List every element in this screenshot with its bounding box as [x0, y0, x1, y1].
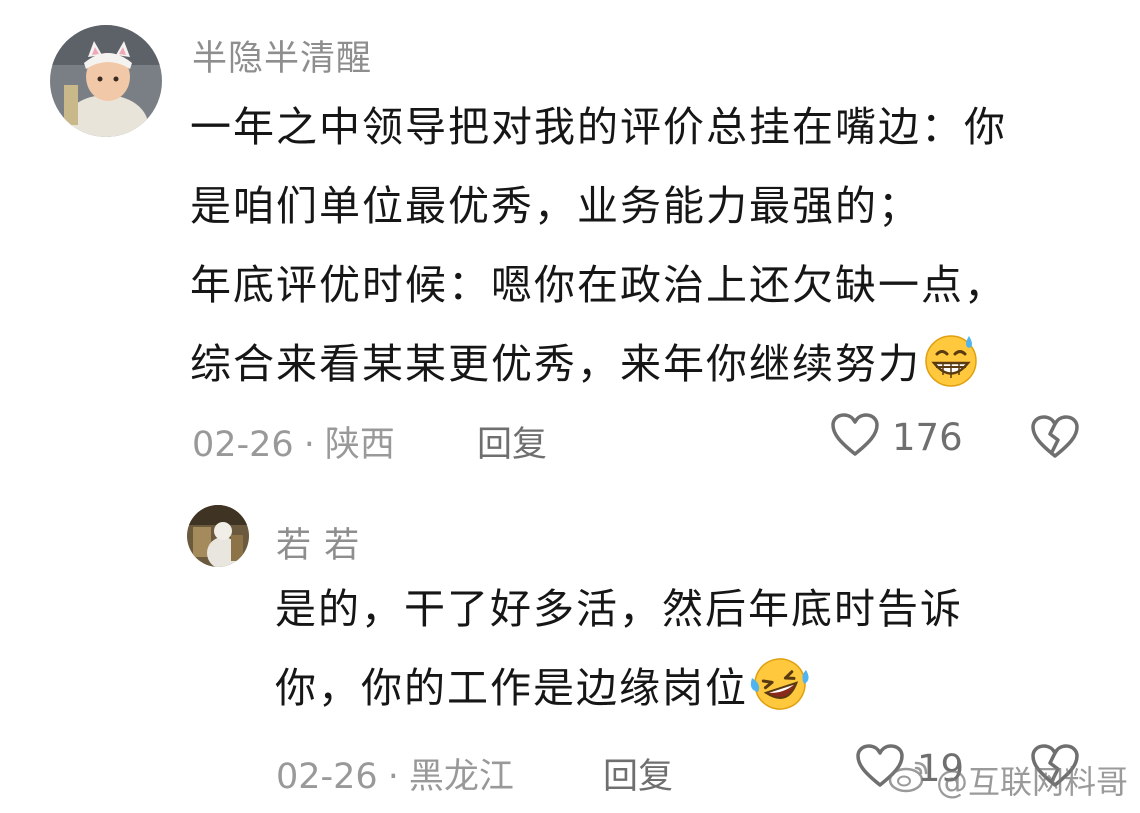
comment-text: 一年之中领导把对我的评价总挂在嘴边：你 是咱们单位最优秀，业务能力最强的； 年底…	[190, 88, 1007, 414]
comment-line: 你，你的工作是边缘岗位	[275, 664, 748, 712]
like-count: 176	[892, 415, 963, 459]
comment-date: 02-26	[192, 425, 294, 465]
username[interactable]: 半隐半清醒	[192, 30, 372, 81]
comment-location: 黑龙江	[408, 757, 514, 797]
comment-line: 一年之中领导把对我的评价总挂在嘴边：你	[190, 103, 1007, 151]
comment-date: 02-26	[276, 757, 378, 797]
grinning-sweat-emoji	[923, 332, 979, 414]
meta-separator: ·	[387, 757, 399, 797]
reply-button[interactable]: 回复	[477, 416, 547, 467]
comment-text: 是的，干了好多活，然后年底时告诉 你，你的工作是边缘岗位	[275, 570, 963, 738]
comment-meta: 02-26 · 黑龙江	[276, 748, 514, 799]
like-button[interactable]: 176	[830, 412, 963, 462]
username[interactable]: 若 若	[276, 517, 360, 568]
weibo-logo-icon	[888, 759, 936, 801]
dislike-button[interactable]	[1030, 414, 1080, 464]
rolling-laughing-emoji	[750, 656, 810, 738]
comment-line: 是咱们单位最优秀，业务能力最强的；	[190, 182, 921, 230]
meta-separator: ·	[303, 425, 315, 465]
reply-button[interactable]: 回复	[603, 748, 673, 799]
comment-meta: 02-26 · 陕西	[192, 416, 395, 467]
comment-location: 陕西	[324, 425, 395, 465]
watermark-text: @互联网料哥	[935, 763, 1128, 801]
heart-icon	[830, 412, 880, 462]
comment-line: 是的，干了好多活，然后年底时告诉	[275, 585, 963, 633]
comment-line: 年底评优时候：嗯你在政治上还欠缺一点，	[190, 261, 1007, 309]
avatar[interactable]	[187, 505, 249, 567]
watermark: @互联网料哥	[888, 757, 1128, 803]
broken-heart-icon	[1030, 415, 1080, 464]
avatar[interactable]	[50, 25, 162, 137]
comment-line: 综合来看某某更优秀，来年你继续努力	[190, 340, 921, 388]
